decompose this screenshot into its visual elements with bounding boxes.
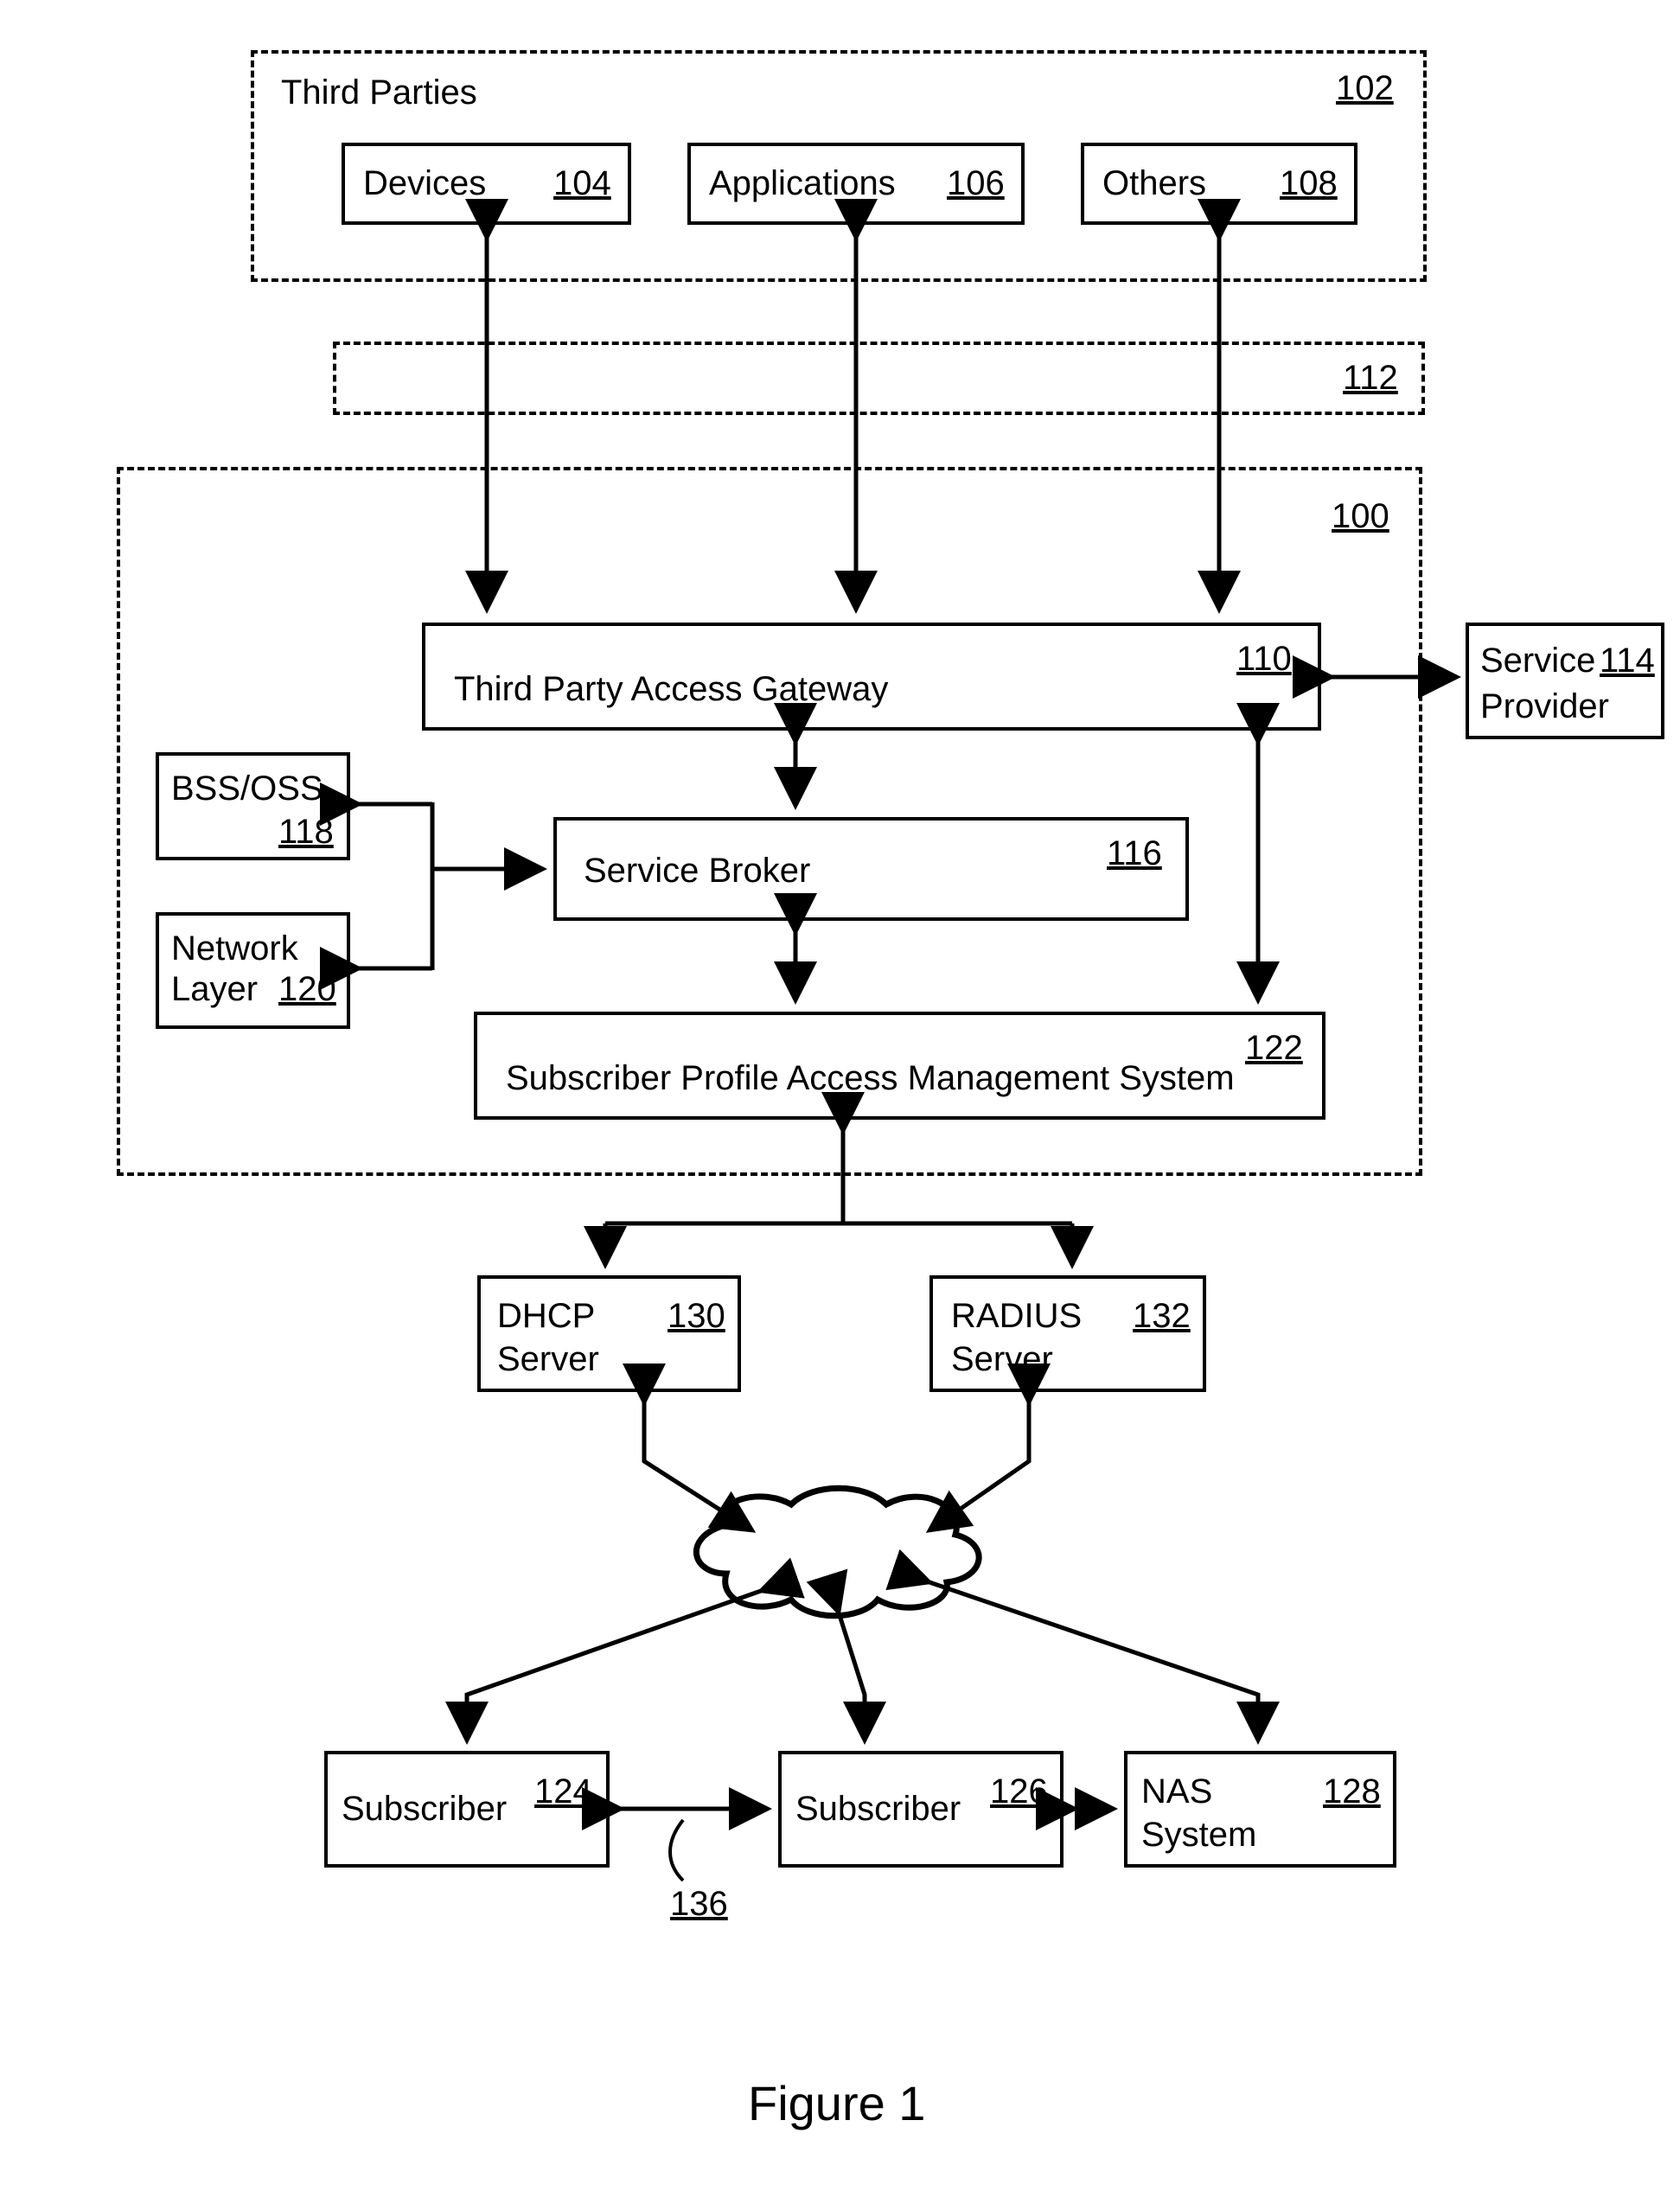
nas-label-2: System <box>1141 1816 1256 1855</box>
subscriber2-label: Subscriber <box>795 1790 961 1829</box>
service-provider-label-2: Provider <box>1480 687 1609 726</box>
interface-group <box>333 342 1425 415</box>
service-provider-ref: 114 <box>1600 642 1655 680</box>
devices-ref: 104 <box>553 164 611 203</box>
service-broker-ref: 116 <box>1107 834 1162 873</box>
modem-ref: 136 <box>670 1885 728 1924</box>
subscriber1-label: Subscriber <box>342 1790 507 1829</box>
operator-ref: 100 <box>1332 497 1389 536</box>
others-ref: 108 <box>1280 164 1338 203</box>
third-parties-ref: 102 <box>1336 69 1394 108</box>
interface-ref: 112 <box>1343 359 1398 398</box>
subscriber2-ref: 126 <box>990 1772 1048 1811</box>
gateway-label: Third Party Access Gateway <box>454 670 888 709</box>
applications-ref: 106 <box>947 164 1005 203</box>
network-layer-ref: 120 <box>278 970 336 1009</box>
nas-ref: 128 <box>1323 1772 1381 1811</box>
nas-label-1: NAS <box>1141 1772 1212 1811</box>
diagram-canvas: Third Parties 102 Devices 104 Applicatio… <box>0 0 1680 2197</box>
spams-ref: 122 <box>1245 1029 1303 1068</box>
dhcp-label-2: Server <box>497 1340 599 1379</box>
service-provider-label-1: Service <box>1480 642 1595 680</box>
network-layer-label-2: Layer <box>171 970 258 1009</box>
others-label: Others <box>1102 164 1206 203</box>
radius-label-2: Server <box>951 1340 1053 1379</box>
devices-label: Devices <box>363 164 486 203</box>
figure-caption: Figure 1 <box>748 2075 925 2131</box>
applications-label: Applications <box>709 164 896 203</box>
bss-oss-ref: 118 <box>278 813 334 852</box>
gateway-ref: 110 <box>1236 640 1292 679</box>
service-broker-label: Service Broker <box>584 852 810 891</box>
radius-ref: 132 <box>1133 1297 1191 1336</box>
cloud-ref: 134 <box>800 1537 858 1576</box>
radius-label-1: RADIUS <box>951 1297 1082 1336</box>
bss-oss-label: BSS/OSS <box>171 770 323 808</box>
network-layer-label-1: Network <box>171 929 298 968</box>
spams-label: Subscriber Profile Access Management Sys… <box>506 1059 1235 1098</box>
dhcp-label-1: DHCP <box>497 1297 595 1336</box>
dhcp-ref: 130 <box>668 1297 725 1336</box>
subscriber1-ref: 124 <box>534 1772 592 1811</box>
third-parties-title: Third Parties <box>281 73 477 112</box>
